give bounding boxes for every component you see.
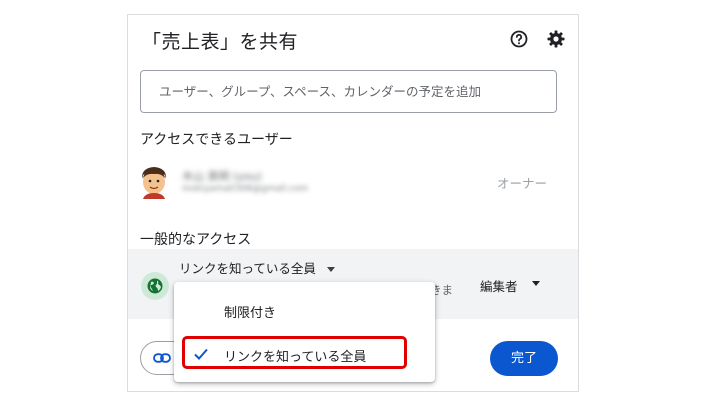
add-people-input[interactable]: ユーザー、グループ、スペース、カレンダーの予定を追加 (140, 70, 557, 113)
owner-email: mokiyama0308@gmail.com (182, 184, 309, 194)
general-access-heading: 一般的なアクセス (140, 232, 252, 248)
chevron-down-icon (326, 267, 335, 272)
owner-name: 木山 真明 (you) (182, 170, 262, 183)
menu-item-restricted[interactable]: 制限付き (174, 292, 435, 328)
globe-icon (141, 272, 169, 300)
gear-icon[interactable] (546, 29, 566, 49)
check-icon (194, 348, 208, 360)
general-access-dropdown[interactable]: リンクを知っている全員 (174, 258, 342, 280)
help-circle-icon[interactable] (509, 29, 529, 49)
menu-item-label: リンクを知っている全員 (224, 350, 367, 365)
general-access-menu: 制限付き リンクを知っている全員 (174, 282, 435, 382)
access-role-value: 編集者 (480, 279, 518, 294)
general-access-value: リンクを知っている全員 (179, 261, 316, 276)
owner-role: オーナー (497, 176, 548, 191)
owner-avatar (141, 167, 167, 199)
chevron-down-icon (531, 281, 540, 286)
menu-item-anyone-with-link[interactable]: リンクを知っている全員 (174, 336, 435, 372)
people-with-access-heading: アクセスできるユーザー (140, 132, 293, 148)
menu-item-label: 制限付き (224, 306, 277, 321)
done-button[interactable]: 完了 (490, 341, 558, 376)
link-icon (153, 353, 171, 363)
access-role-dropdown[interactable]: 編集者 (480, 276, 540, 295)
dialog-title: 「売上表」を共有 (142, 31, 299, 53)
